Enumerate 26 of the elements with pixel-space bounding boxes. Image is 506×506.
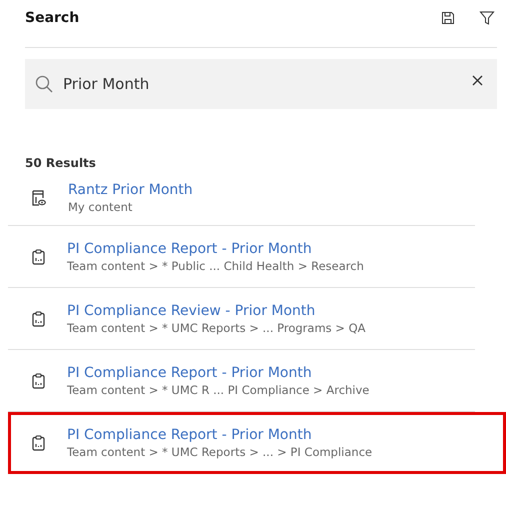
result-path: Team content > * UMC Reports > ... > PI Compliance <box>67 445 372 459</box>
search-icon <box>35 75 53 93</box>
clipboard-icon <box>32 372 45 388</box>
result-title[interactable]: PI Compliance Review - Prior Month <box>67 302 366 318</box>
result-title[interactable]: PI Compliance Report - Prior Month <box>67 240 364 256</box>
result-path: Team content > * UMC R ... PI Compliance > Archive <box>67 382 370 396</box>
panel-title: Search <box>25 10 80 26</box>
result-path: Team content > * UMC Reports > ... Programs > QA <box>67 320 366 334</box>
results-count: 50 Results <box>25 156 97 170</box>
result-item[interactable]: PI Compliance Report - Prior Month Team content > * UMC R ... PI Compliance > Archive <box>8 350 475 412</box>
clipboard-icon <box>32 248 45 264</box>
result-title[interactable]: PI Compliance Report - Prior Month <box>67 427 372 443</box>
result-title[interactable]: PI Compliance Report - Prior Month <box>67 364 370 380</box>
report-view-icon <box>32 190 46 206</box>
result-item[interactable]: PI Compliance Review - Prior Month Team content > * UMC Reports > ... Programs > QA <box>8 288 475 350</box>
clipboard-icon <box>32 310 45 326</box>
result-item[interactable]: PI Compliance Report - Prior Month Team content > * UMC Reports > ... > PI Compliance <box>8 412 506 474</box>
result-title[interactable]: Rantz Prior Month <box>68 182 193 198</box>
search-field[interactable]: Prior Month <box>25 59 497 109</box>
result-item[interactable]: Rantz Prior Month My content <box>8 170 475 226</box>
result-path: Team content > * Public ... Child Health > Research <box>67 258 364 272</box>
result-item[interactable]: PI Compliance Report - Prior Month Team content > * Public ... Child Health > Research <box>8 226 475 288</box>
save-icon[interactable] <box>439 9 457 27</box>
result-path: My content <box>68 200 134 214</box>
clipboard-icon <box>32 435 45 451</box>
close-icon[interactable] <box>472 74 483 86</box>
